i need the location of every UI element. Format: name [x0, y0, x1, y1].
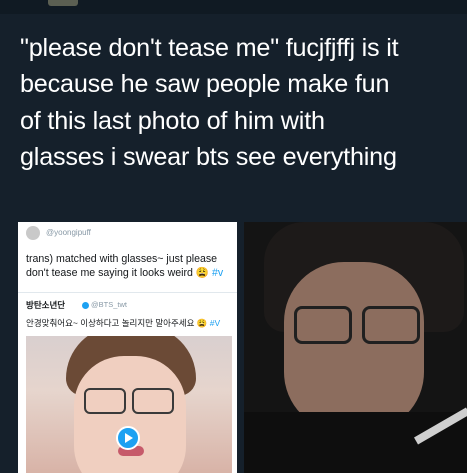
bts-name: 방탄소년단 — [26, 300, 66, 310]
divider — [18, 292, 237, 293]
selfie-photo — [244, 222, 467, 473]
avatar — [26, 226, 40, 240]
top-crop-strip — [0, 0, 467, 14]
quoted-tweet-text: trans) matched with glasses~ just please… — [26, 252, 232, 280]
video-thumbnail[interactable] — [26, 336, 232, 473]
bts-tweet-text: 안경맞춰어요~ 이상하다고 놀리지만 말아주세요 😩 #V — [26, 317, 232, 329]
cropped-image-thumb — [48, 0, 78, 6]
face-shape — [284, 262, 424, 432]
hashtag-link[interactable]: #V — [210, 318, 220, 328]
play-button[interactable] — [116, 426, 140, 450]
tweet-text: "please don't tease me" fucjfjffj is it … — [20, 34, 399, 172]
glasses-icon — [294, 306, 424, 346]
shirt-shape — [244, 412, 467, 473]
emoji-icon: 😩 — [195, 267, 210, 279]
emoji-icon: 😩 — [196, 318, 208, 328]
quoted-text-body: trans) matched with glasses~ just please… — [26, 253, 218, 279]
glasses-icon — [84, 388, 174, 416]
hashtag-link[interactable]: #v — [212, 267, 223, 279]
quoted-handle: @yoongipuff — [46, 228, 91, 237]
verified-badge-icon — [82, 301, 89, 309]
quoted-screenshot-card[interactable]: @yoongipuff trans) matched with glasses~… — [18, 222, 237, 473]
play-icon — [125, 433, 133, 443]
bts-handle: @BTS_twt — [91, 300, 127, 309]
bts-text-body: 안경맞춰어요~ 이상하다고 놀리지만 말아주세요 — [26, 318, 195, 328]
bts-handle-row: @BTS_twt — [82, 300, 127, 309]
